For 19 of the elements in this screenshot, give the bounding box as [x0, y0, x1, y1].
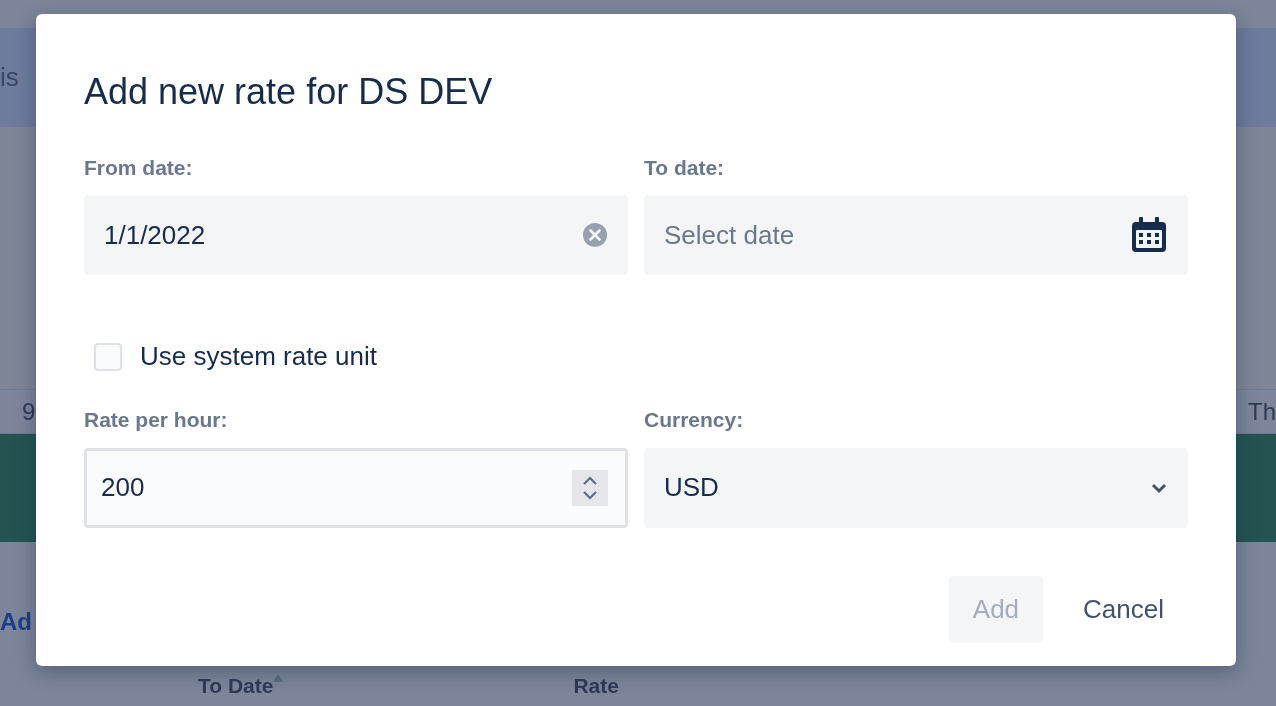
spinner-icon[interactable]	[572, 469, 608, 506]
checkbox[interactable]	[94, 342, 122, 371]
date-field[interactable]: Select date	[644, 195, 1188, 276]
currency-select[interactable]: USD	[644, 447, 1188, 528]
number-field[interactable]: 200	[84, 447, 628, 528]
clear-icon[interactable]	[582, 222, 608, 249]
field-label: To date:	[644, 154, 726, 181]
cancel-button[interactable]: Cancel	[1059, 575, 1188, 643]
banner-text: is	[0, 61, 19, 94]
field-label: Currency:	[644, 407, 745, 434]
dialog-title: Add new rate for DS DEV	[84, 72, 494, 112]
column-header: 9	[21, 396, 36, 427]
field-label: From date:	[84, 154, 194, 181]
column-header: Th	[1248, 396, 1276, 427]
calendar-icon[interactable]	[1130, 216, 1168, 255]
chevron-down-icon	[1150, 481, 1168, 494]
checkbox-label: Use system rate unit	[140, 340, 377, 374]
date-field[interactable]: 1/1/2022	[84, 195, 628, 276]
field-label: Rate per hour:	[84, 407, 229, 434]
